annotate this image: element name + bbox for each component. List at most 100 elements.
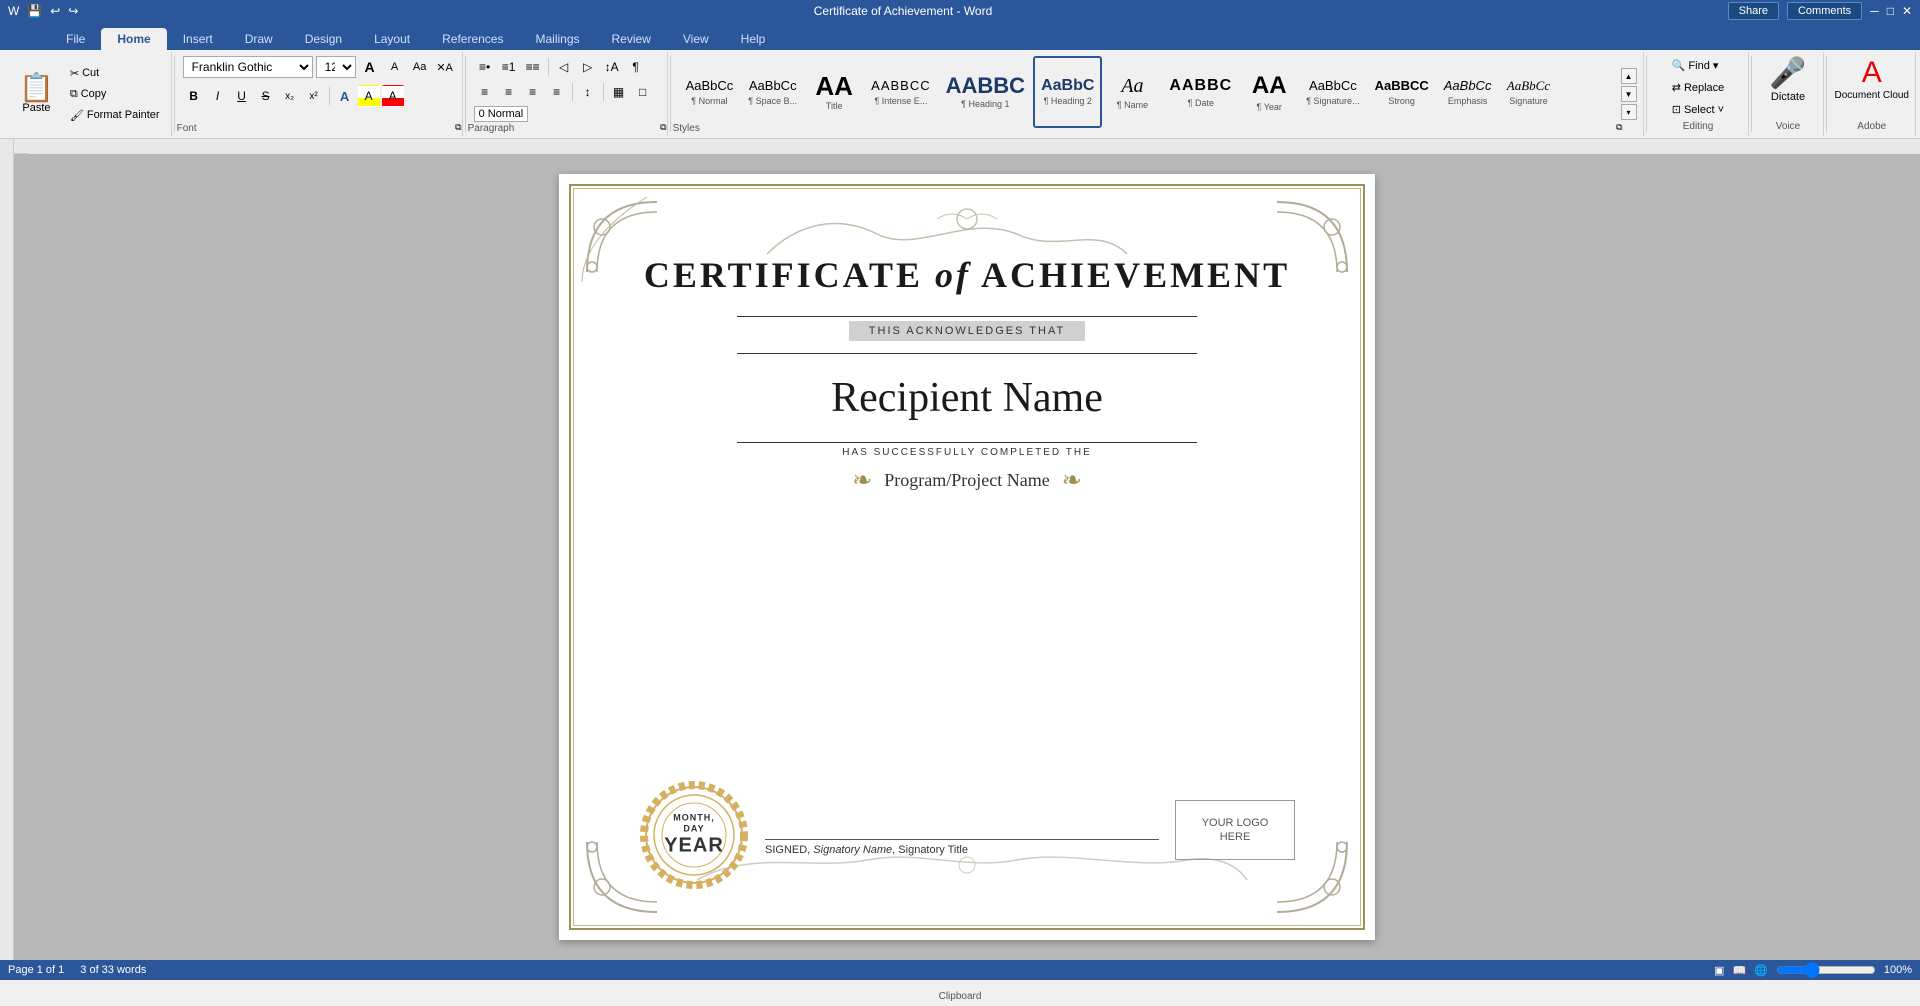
underline-button[interactable]: U	[231, 85, 253, 107]
tab-review[interactable]: Review	[596, 28, 667, 50]
comments-button[interactable]: Comments	[1787, 2, 1862, 20]
justify-button[interactable]: ≡	[546, 81, 568, 103]
tab-help[interactable]: Help	[725, 28, 782, 50]
paragraph-dialog-launcher[interactable]: ⧉	[660, 122, 666, 133]
tab-references[interactable]: References	[426, 28, 519, 50]
border-button[interactable]: □	[632, 81, 654, 103]
cert-logo[interactable]: YOUR LOGO HERE	[1175, 800, 1295, 860]
style-intense-emphasis[interactable]: AABBCC ¶ Intense E...	[864, 56, 937, 128]
cert-program-row: ❧ Program/Project Name ❧	[852, 466, 1082, 495]
copy-button[interactable]: ⧉ Copy	[65, 85, 165, 104]
adobe-icon: A	[1862, 56, 1882, 90]
styles-scroll-down[interactable]: ▼	[1621, 86, 1637, 102]
quick-access-save[interactable]: 💾	[27, 4, 42, 18]
styles-dialog-launcher[interactable]: ⧉	[1616, 122, 1622, 133]
align-left-button[interactable]: ≡	[474, 81, 496, 103]
tab-draw[interactable]: Draw	[229, 28, 289, 50]
share-button[interactable]: Share	[1728, 2, 1779, 20]
ribbon: 📋 Paste ✂ Cut ⧉ Copy 🖌 Format	[0, 50, 1920, 139]
paragraph-style-label: 0 Normal	[474, 106, 529, 122]
numbering-button[interactable]: ≡1	[498, 56, 520, 78]
cert-program[interactable]: Program/Project Name	[884, 470, 1049, 491]
voice-group-label: Voice	[1776, 119, 1800, 132]
view-web-layout[interactable]: 🌐	[1754, 964, 1768, 977]
styles-scroll-up[interactable]: ▲	[1621, 68, 1637, 84]
style-date[interactable]: AABBC ¶ Date	[1162, 56, 1239, 128]
show-marks-button[interactable]: ¶	[625, 56, 647, 78]
align-center-button[interactable]: ≡	[498, 81, 520, 103]
font-dialog-launcher[interactable]: ⧉	[455, 122, 461, 133]
decrease-indent-button[interactable]: ◁	[553, 56, 575, 78]
sort-button[interactable]: ↕A	[601, 56, 623, 78]
maximize-button[interactable]: □	[1887, 4, 1894, 18]
tab-file[interactable]: File	[50, 28, 101, 50]
font-family-select[interactable]: Franklin Gothic	[183, 56, 313, 78]
styles-expand[interactable]: ▾	[1621, 104, 1637, 120]
clear-format-button[interactable]: ✕A	[434, 56, 456, 78]
tab-mailings[interactable]: Mailings	[519, 28, 595, 50]
strikethrough-button[interactable]: S	[255, 85, 277, 107]
style-title[interactable]: AA Title	[805, 56, 863, 128]
subscript-button[interactable]: x₂	[279, 85, 301, 107]
status-bar: Page 1 of 1 3 of 33 words ▣ 📖 🌐 100%	[0, 960, 1920, 980]
style-heading2[interactable]: AaBbC ¶ Heading 2	[1033, 56, 1102, 128]
replace-button[interactable]: ⇄ Replace	[1667, 78, 1730, 97]
view-read-mode[interactable]: 📖	[1732, 964, 1746, 977]
cut-button[interactable]: ✂ Cut	[65, 64, 165, 83]
find-button[interactable]: 🔍 Find ▾	[1667, 56, 1730, 75]
style-signature2-label: Signature	[1509, 96, 1548, 106]
decrease-font-size-button[interactable]: A	[384, 56, 406, 78]
style-heading1[interactable]: AABBC ¶ Heading 1	[939, 56, 1032, 128]
style-signature[interactable]: AaBbCc ¶ Signature...	[1299, 56, 1366, 128]
tab-home[interactable]: Home	[101, 28, 166, 50]
superscript-button[interactable]: x²	[303, 85, 325, 107]
clipboard-group: 📋 Paste ✂ Cut ⧉ Copy 🖌 Format	[4, 52, 172, 136]
shading-button[interactable]: ▦	[608, 81, 630, 103]
zoom-level: 100%	[1884, 964, 1912, 976]
text-effects-button[interactable]: A	[334, 85, 356, 107]
font-color-button[interactable]: A	[382, 85, 404, 107]
style-strong[interactable]: AaBBCC Strong	[1368, 56, 1436, 128]
italic-button[interactable]: I	[207, 85, 229, 107]
zoom-slider[interactable]	[1776, 962, 1876, 978]
quick-access-redo[interactable]: ↪	[68, 4, 78, 18]
adobe-group-label: Adobe	[1857, 119, 1886, 132]
style-name[interactable]: Aa ¶ Name	[1103, 56, 1161, 128]
document-area[interactable]: CERTIFICATE of ACHIEVEMENT THIS ACKNOWLE…	[14, 154, 1920, 960]
bold-button[interactable]: B	[183, 85, 205, 107]
document-title: Certificate of Achievement - Word	[814, 4, 993, 18]
change-case-button[interactable]: Aa	[409, 56, 431, 78]
cert-content: CERTIFICATE of ACHIEVEMENT THIS ACKNOWLE…	[579, 194, 1355, 920]
line-spacing-button[interactable]: ↕	[577, 81, 599, 103]
cert-acknowledges[interactable]: THIS ACKNOWLEDGES THAT	[849, 321, 1085, 341]
tab-view[interactable]: View	[667, 28, 725, 50]
cert-recipient[interactable]: Recipient Name	[831, 374, 1103, 422]
cert-seal: MONTH, DAY YEAR	[639, 780, 749, 890]
format-painter-button[interactable]: 🖌 Format Painter	[65, 106, 165, 125]
style-emphasis[interactable]: AaBbCc Emphasis	[1437, 56, 1499, 128]
cert-seal-date[interactable]: MONTH, DAY YEAR	[664, 813, 724, 858]
style-signature2[interactable]: AaBbCc Signature	[1499, 56, 1557, 128]
multilevel-list-button[interactable]: ≡≡	[522, 56, 544, 78]
style-heading1-label: ¶ Heading 1	[961, 99, 1009, 109]
cert-title[interactable]: CERTIFICATE of ACHIEVEMENT	[644, 254, 1290, 296]
close-button[interactable]: ✕	[1902, 4, 1912, 18]
minimize-button[interactable]: ─	[1870, 4, 1879, 18]
highlight-color-button[interactable]: A	[358, 85, 380, 107]
align-right-button[interactable]: ≡	[522, 81, 544, 103]
bullets-button[interactable]: ≡•	[474, 56, 496, 78]
font-size-select[interactable]: 12	[316, 56, 356, 78]
increase-indent-button[interactable]: ▷	[577, 56, 599, 78]
tab-layout[interactable]: Layout	[358, 28, 426, 50]
increase-font-size-button[interactable]: A	[359, 56, 381, 78]
quick-access-undo[interactable]: ↩	[50, 4, 60, 18]
style-normal[interactable]: AaBbCc ¶ Normal	[679, 56, 741, 128]
tab-design[interactable]: Design	[289, 28, 358, 50]
style-year[interactable]: AA ¶ Year	[1240, 56, 1298, 128]
paste-button[interactable]: 📋 Paste	[10, 69, 63, 119]
tab-insert[interactable]: Insert	[167, 28, 229, 50]
style-space-before[interactable]: AaBbCc ¶ Space B...	[741, 56, 804, 128]
style-signature-label: ¶ Signature...	[1306, 96, 1359, 106]
find-icon: 🔍	[1672, 59, 1686, 72]
view-print-layout[interactable]: ▣	[1714, 964, 1724, 977]
